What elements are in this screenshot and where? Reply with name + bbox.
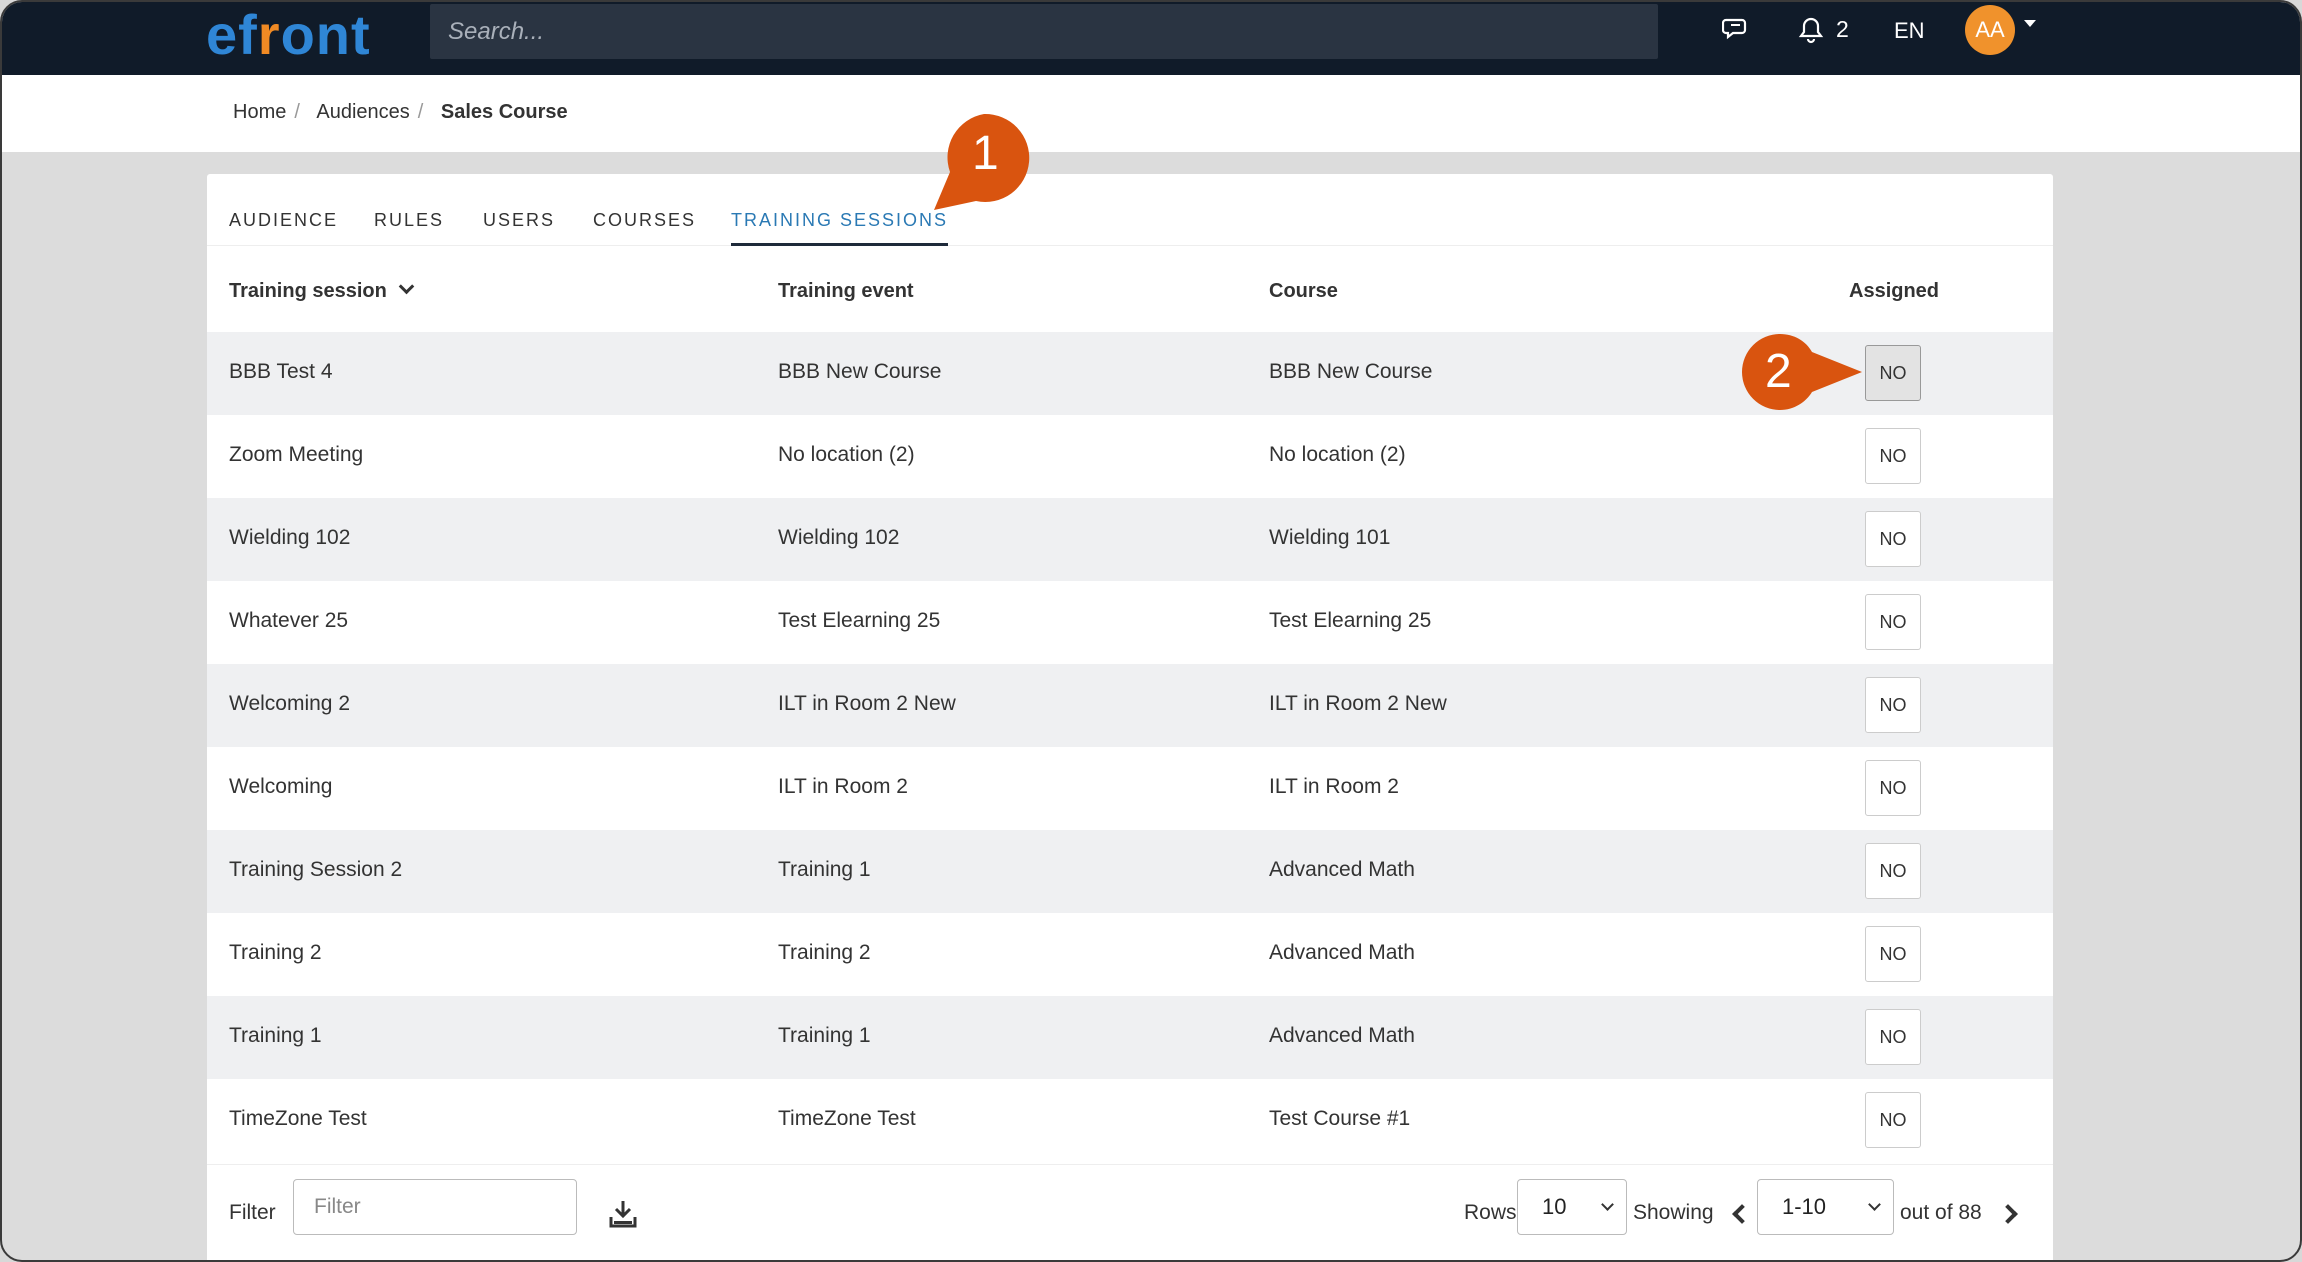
breadcrumb-audiences[interactable]: Audiences	[316, 101, 409, 123]
column-header-training-event: Training event	[778, 280, 914, 302]
page-range-select[interactable]: 1-10	[1757, 1179, 1894, 1235]
rows-label: Rows	[1464, 1201, 1517, 1224]
table-row: Welcoming 2 ILT in Room 2 New ILT in Roo…	[207, 664, 2053, 747]
showing-label: Showing	[1633, 1201, 1714, 1224]
cell-training-event: Training 1	[778, 1024, 871, 1047]
table-row: Whatever 25 Test Elearning 25 Test Elear…	[207, 581, 2053, 664]
rows-per-page-value: 10	[1542, 1194, 1567, 1219]
page-range-value: 1-10	[1782, 1194, 1827, 1219]
callout-marker-1: 1	[928, 112, 1032, 217]
chevron-left-icon[interactable]	[1732, 1204, 1752, 1224]
chevron-down-icon[interactable]	[2024, 20, 2036, 27]
cell-training-session: BBB Test 4	[229, 360, 333, 383]
cell-training-event: Test Elearning 25	[778, 609, 941, 632]
assigned-toggle-button[interactable]: NO	[1865, 345, 1921, 401]
cell-training-session: Training 2	[229, 941, 322, 964]
breadcrumb-separator: /	[417, 101, 424, 123]
tab-rules[interactable]: RULES	[374, 210, 444, 231]
tab-audience[interactable]: AUDIENCE	[229, 210, 338, 231]
cell-training-event: ILT in Room 2 New	[778, 692, 956, 715]
cell-course: Advanced Math	[1269, 941, 1415, 964]
chevron-down-icon[interactable]	[398, 278, 415, 295]
cell-course: Test Course #1	[1269, 1107, 1411, 1130]
tab-bar: AUDIENCE RULES USERS COURSES TRAINING SE…	[207, 174, 2053, 246]
filter-label: Filter	[229, 1201, 276, 1224]
table-row: Training Session 2 Training 1 Advanced M…	[207, 830, 2053, 913]
assigned-toggle-button[interactable]: NO	[1865, 511, 1921, 567]
cell-training-session: Training Session 2	[229, 858, 403, 881]
bell-icon[interactable]	[1798, 16, 1824, 51]
total-count-label: out of 88	[1900, 1201, 1982, 1224]
table-row: Wielding 102 Wielding 102 Wielding 101 N…	[207, 498, 2053, 581]
chevron-down-icon	[1601, 1198, 1614, 1211]
assigned-toggle-button[interactable]: NO	[1865, 677, 1921, 733]
search-input[interactable]	[430, 4, 1658, 59]
table-row: Training 1 Training 1 Advanced Math NO	[207, 996, 2053, 1079]
chat-icon[interactable]	[1721, 16, 1750, 49]
chevron-right-icon[interactable]	[1998, 1204, 2018, 1224]
column-header-label: Training session	[229, 280, 387, 302]
tab-users[interactable]: USERS	[483, 210, 555, 231]
assigned-toggle-button[interactable]: NO	[1865, 1009, 1921, 1065]
callout-marker-2: 2	[1740, 332, 1866, 417]
assigned-toggle-button[interactable]: NO	[1865, 594, 1921, 650]
cell-course: Advanced Math	[1269, 1024, 1415, 1047]
breadcrumb-bar: Home / Audiences / Sales Course	[2, 75, 2300, 152]
callout-number: 1	[972, 127, 999, 180]
cell-training-session: Welcoming	[229, 775, 333, 798]
cell-course: Wielding 101	[1269, 526, 1391, 549]
notification-count[interactable]: 2	[1836, 16, 1849, 43]
logo-text: efront	[206, 3, 371, 66]
column-header-course: Course	[1269, 280, 1338, 302]
cell-training-session: Zoom Meeting	[229, 443, 364, 466]
app-window: efront 2 EN AA Home / Audiences / Sales Co…	[0, 0, 2302, 1262]
tab-courses[interactable]: COURSES	[593, 210, 696, 231]
cell-training-session: Welcoming 2	[229, 692, 350, 715]
cell-training-event: ILT in Room 2	[778, 775, 908, 798]
filter-input[interactable]	[293, 1179, 577, 1235]
assigned-toggle-button[interactable]: NO	[1865, 760, 1921, 816]
assigned-toggle-button[interactable]: NO	[1865, 926, 1921, 982]
column-header-assigned: Assigned	[1849, 280, 1940, 302]
cell-training-event: Wielding 102	[778, 526, 900, 549]
download-icon[interactable]	[609, 1199, 637, 1229]
language-selector[interactable]: EN	[1894, 18, 1925, 44]
cell-course: ILT in Room 2	[1269, 775, 1399, 798]
cell-training-event: No location (2)	[778, 443, 915, 466]
table-footer: Filter Rows 10 Showing 1-10 ou	[207, 1164, 2053, 1260]
breadcrumb-home[interactable]: Home	[233, 101, 286, 123]
cell-course: BBB New Course	[1269, 360, 1433, 383]
tab-training-sessions[interactable]: TRAINING SESSIONS	[731, 210, 949, 246]
cell-training-event: Training 1	[778, 858, 871, 881]
cell-training-event: TimeZone Test	[778, 1107, 916, 1130]
cell-training-session: Training 1	[229, 1024, 322, 1047]
avatar[interactable]: AA	[1965, 5, 2015, 55]
callout-number: 2	[1765, 345, 1792, 398]
table-row: Training 2 Training 2 Advanced Math NO	[207, 913, 2053, 996]
cell-training-session: Whatever 25	[229, 609, 349, 632]
cell-course: Advanced Math	[1269, 858, 1415, 881]
cell-training-session: Wielding 102	[229, 526, 351, 549]
assigned-toggle-button[interactable]: NO	[1865, 1092, 1921, 1148]
cell-course: Test Elearning 25	[1269, 609, 1432, 632]
assigned-toggle-button[interactable]: NO	[1865, 428, 1921, 484]
efront-logo[interactable]: efront	[206, 4, 371, 70]
cell-training-session: TimeZone Test	[229, 1107, 367, 1130]
column-header-training-session[interactable]: Training session	[229, 278, 415, 303]
breadcrumb-separator: /	[294, 101, 300, 123]
cell-course: No location (2)	[1269, 443, 1406, 466]
table-row: Welcoming ILT in Room 2 ILT in Room 2 NO	[207, 747, 2053, 830]
cell-training-event: Training 2	[778, 941, 871, 964]
table-row: Zoom Meeting No location (2) No location…	[207, 415, 2053, 498]
table-row: TimeZone Test TimeZone Test Test Course …	[207, 1079, 2053, 1162]
breadcrumb: Home / Audiences / Sales Course	[233, 101, 576, 124]
breadcrumb-current: Sales Course	[440, 101, 568, 123]
cell-training-event: BBB New Course	[778, 360, 942, 383]
top-navigation-bar: efront 2 EN AA	[2, 2, 2300, 75]
assigned-toggle-button[interactable]: NO	[1865, 843, 1921, 899]
cell-course: ILT in Room 2 New	[1269, 692, 1447, 715]
rows-per-page-select[interactable]: 10	[1517, 1179, 1627, 1235]
chevron-down-icon	[1868, 1198, 1881, 1211]
